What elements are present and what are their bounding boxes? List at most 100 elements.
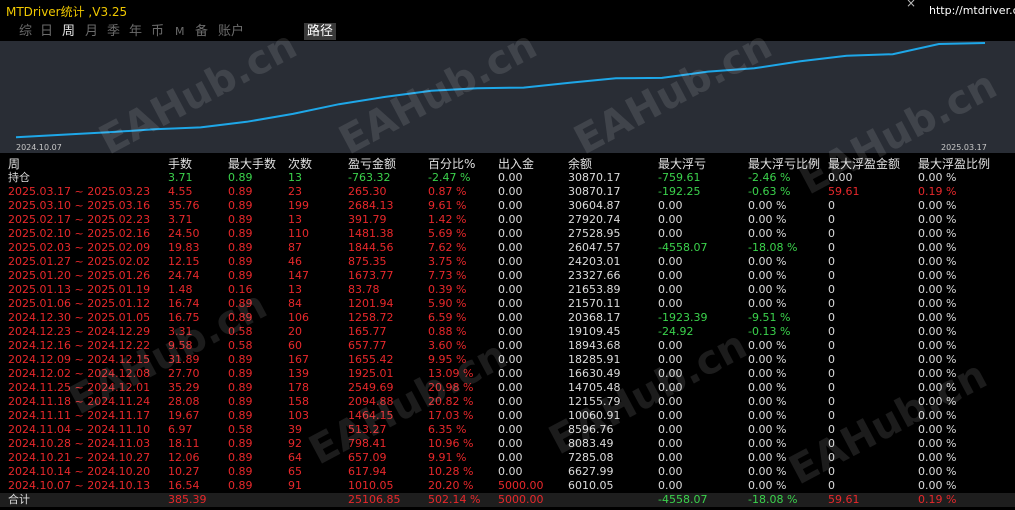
cell-max-drawdown-pct: 0.00 % [748,381,787,394]
tab-month[interactable]: 月 [85,23,98,40]
tab-path[interactable]: 路径 [304,23,337,40]
cell-max-drawdown: 0.00 [658,297,683,310]
cell-count: 64 [288,451,302,464]
cell-max-drawdown: -24.92 [658,325,694,338]
table-row: 2024.11.18 ~ 2024.11.24 28.08 0.89 158 2094.… [0,395,1015,409]
cell-max-float-profit: 0 [828,409,835,422]
cell-lots: 16.74 [168,297,200,310]
cell-max-drawdown: 0.00 [658,283,683,296]
cell-pnl: 2094.88 [348,395,394,408]
tab-quarter[interactable]: 季 [107,23,120,40]
cell-period: 2024.11.25 ~ 2024.12.01 [8,381,151,394]
cell-balance: 10060.91 [568,409,621,422]
cell-max-float-profit: 0 [828,283,835,296]
cell-max-float-profit-pct: 0.00 % [918,297,957,310]
cell-count: 147 [288,269,309,282]
table-row: 2024.12.23 ~ 2024.12.29 3.31 0.58 20 165.77 0… [0,325,1015,339]
cell-max-float-profit-pct: 0.00 % [918,451,957,464]
cell-max-float-profit: 0 [828,367,835,380]
tab-currency[interactable]: 币 [151,23,164,40]
cell-period: 2024.10.21 ~ 2024.10.27 [8,451,151,464]
cell-max-drawdown-pct: 0.00 % [748,353,787,366]
total-row: 合计 385.39 25106.85 502.14 % 5000.00 -455… [0,493,1015,507]
cell-balance: 21570.11 [568,297,621,310]
holding-max-drawdown: -759.61 [658,171,701,184]
cell-max-drawdown: -1923.39 [658,311,708,324]
total-max-float-profit: 59.61 [828,493,860,506]
cell-pct: 6.35 % [428,423,467,436]
cell-max-drawdown: 0.00 [658,353,683,366]
cell-lots: 16.75 [168,311,200,324]
cell-count: 23 [288,185,302,198]
header-period: 周 [8,157,21,171]
holding-max-lots: 0.89 [228,171,253,184]
cell-max-lots: 0.89 [228,479,253,492]
tab-year[interactable]: 年 [129,23,142,40]
cell-period: 2024.10.14 ~ 2024.10.20 [8,465,151,478]
cell-max-drawdown-pct: 0.00 % [748,409,787,422]
cell-balance: 8596.76 [568,423,614,436]
cell-pnl: 1673.77 [348,269,394,282]
header-pnl: 盈亏金额 [348,157,397,171]
table-row: 2024.12.09 ~ 2024.12.15 31.89 0.89 167 1655.… [0,353,1015,367]
cell-deposit: 0.00 [498,241,523,254]
total-max-drawdown: -4558.07 [658,493,708,506]
tab-summary[interactable]: 综 [19,23,32,40]
cell-max-drawdown: 0.00 [658,423,683,436]
cell-balance: 27920.74 [568,213,621,226]
tab-week[interactable]: 周 [62,23,75,40]
cell-count: 13 [288,213,302,226]
cell-pct: 7.73 % [428,269,467,282]
cell-lots: 31.89 [168,353,200,366]
cell-max-drawdown-pct: 0.00 % [748,437,787,450]
cell-pct: 9.91 % [428,451,467,464]
tab-m[interactable]: M [175,23,185,40]
table-row: 2024.10.14 ~ 2024.10.20 10.27 0.89 65 617.94… [0,465,1015,479]
cell-count: 65 [288,465,302,478]
cell-pnl: 657.09 [348,451,387,464]
cell-max-drawdown: 0.00 [658,451,683,464]
cell-max-lots: 0.89 [228,227,253,240]
cell-pct: 3.60 % [428,339,467,352]
cell-period: 2025.01.27 ~ 2025.02.02 [8,255,151,268]
holding-row: 持仓 3.71 0.89 13 -763.32 -2.47 % 0.00 308… [0,171,1015,185]
tab-note[interactable]: 备 [195,23,208,40]
cell-balance: 19109.45 [568,325,621,338]
cell-deposit: 0.00 [498,325,523,338]
cell-max-drawdown-pct: 0.00 % [748,367,787,380]
cell-lots: 24.74 [168,269,200,282]
cell-lots: 4.55 [168,185,193,198]
website-link[interactable]: http://mtdriver.com [929,4,1015,17]
cell-max-float-profit-pct: 0.00 % [918,381,957,394]
table-row: 2024.12.30 ~ 2025.01.05 16.75 0.89 106 1258.… [0,311,1015,325]
cell-max-lots: 0.58 [228,339,253,352]
cell-max-drawdown-pct: 0.00 % [748,297,787,310]
cell-deposit: 0.00 [498,451,523,464]
table-row: 2024.10.28 ~ 2024.11.03 18.11 0.89 92 798.41… [0,437,1015,451]
cell-max-drawdown: 0.00 [658,367,683,380]
cell-max-float-profit-pct: 0.00 % [918,339,957,352]
cell-max-drawdown-pct: 0.00 % [748,227,787,240]
cell-count: 167 [288,353,309,366]
cell-period: 2025.02.17 ~ 2025.02.23 [8,213,151,226]
cell-count: 13 [288,283,302,296]
cell-max-drawdown: -192.25 [658,185,701,198]
close-icon[interactable]: × [906,0,916,10]
cell-max-float-profit: 0 [828,241,835,254]
holding-label: 持仓 [8,171,30,184]
cell-max-float-profit: 0 [828,255,835,268]
cell-deposit: 0.00 [498,465,523,478]
cell-max-lots: 0.89 [228,185,253,198]
cell-max-drawdown-pct: 0.00 % [748,283,787,296]
cell-max-float-profit-pct: 0.00 % [918,269,957,282]
cell-max-float-profit-pct: 0.00 % [918,199,957,212]
total-label: 合计 [8,493,30,506]
cell-max-float-profit-pct: 0.00 % [918,311,957,324]
cell-period: 2025.02.10 ~ 2025.02.16 [8,227,151,240]
cell-deposit: 0.00 [498,199,523,212]
cell-max-lots: 0.89 [228,311,253,324]
tab-day[interactable]: 日 [40,23,53,40]
tab-account[interactable]: 账户 [218,23,244,40]
cell-max-float-profit: 0 [828,423,835,436]
header-lots: 手数 [168,157,193,171]
